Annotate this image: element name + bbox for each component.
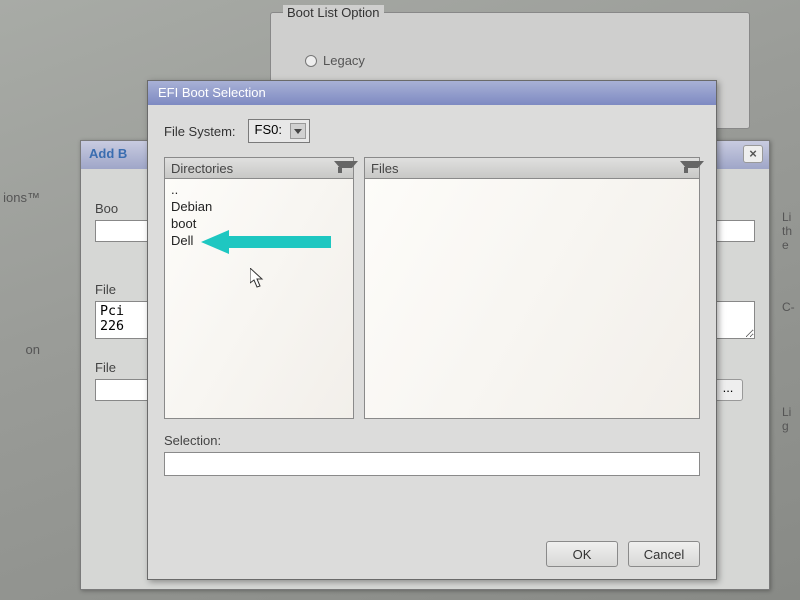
filter-icon[interactable] [679, 161, 693, 175]
browse-button[interactable]: ... [713, 379, 743, 401]
right-crop-3: Li g [782, 405, 800, 433]
file-system-combo[interactable]: FS0: [248, 119, 310, 143]
efi-titlebar: EFI Boot Selection [148, 81, 716, 105]
list-item[interactable]: boot [169, 215, 349, 232]
boot-list-option-title: Boot List Option [283, 5, 384, 20]
left-cropped-text-2: on [0, 342, 40, 357]
list-item[interactable]: Debian [169, 198, 349, 215]
radio-icon [305, 55, 317, 67]
selection-input[interactable] [164, 452, 700, 476]
file-system-label: File System: [164, 124, 236, 139]
list-item[interactable]: Dell [169, 232, 349, 249]
file-system-value: FS0: [255, 122, 282, 137]
legacy-radio-label: Legacy [323, 53, 365, 68]
ok-button[interactable]: OK [546, 541, 618, 567]
efi-boot-selection-dialog: EFI Boot Selection File System: FS0: Dir… [147, 80, 717, 580]
directories-header[interactable]: Directories [164, 157, 354, 179]
cancel-button[interactable]: Cancel [628, 541, 700, 567]
selection-label: Selection: [164, 433, 700, 448]
filter-icon[interactable] [333, 161, 347, 175]
chevron-down-icon [290, 123, 306, 139]
right-crop-2: C- [782, 300, 800, 314]
list-item[interactable]: .. [169, 181, 349, 198]
left-cropped-text-1: ions™ [0, 190, 40, 205]
close-button[interactable]: × [743, 145, 763, 163]
files-label: Files [371, 161, 398, 176]
legacy-radio[interactable]: Legacy [305, 53, 737, 68]
directories-label: Directories [171, 161, 233, 176]
directories-listbox[interactable]: .. Debian boot Dell [164, 179, 354, 419]
efi-title: EFI Boot Selection [158, 85, 266, 100]
files-listbox[interactable] [364, 179, 700, 419]
add-boot-title: Add B [89, 146, 127, 161]
right-crop-1: Li th e [782, 210, 800, 252]
files-header[interactable]: Files [364, 157, 700, 179]
